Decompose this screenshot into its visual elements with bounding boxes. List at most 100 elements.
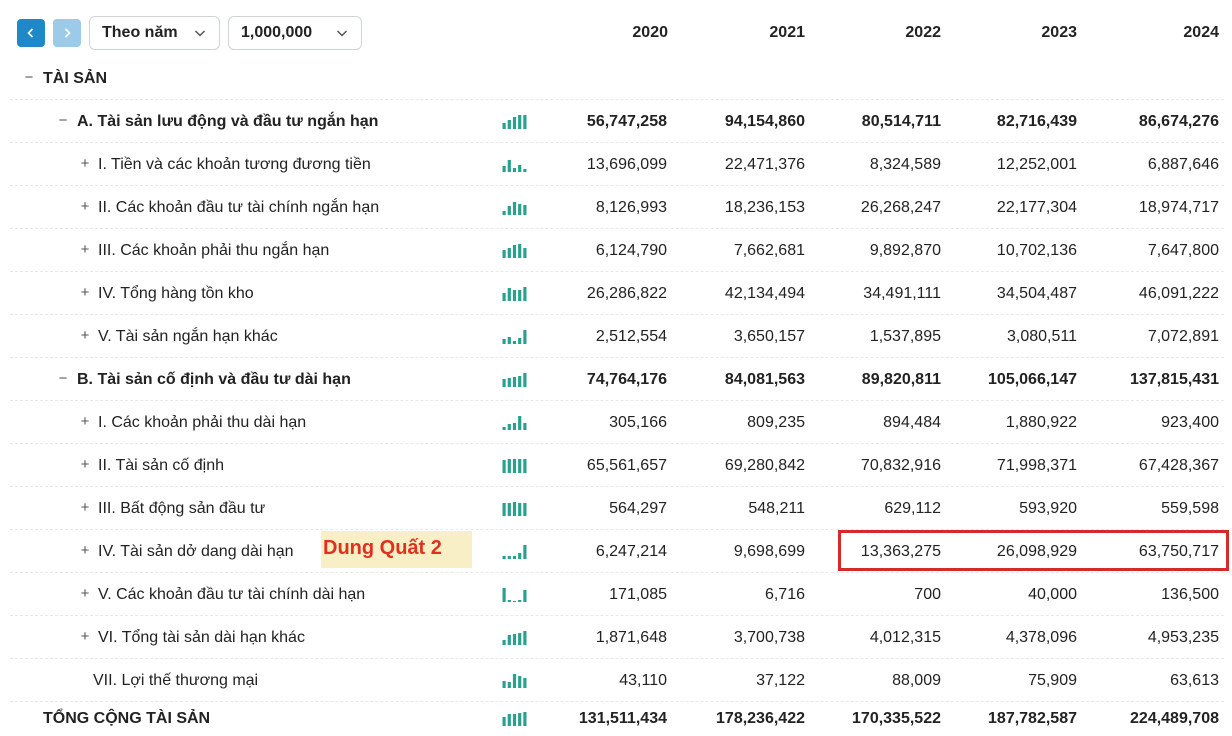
value-cell-2021: 18,236,153	[724, 199, 805, 216]
row-label: VII. Lợi thế thương mại	[93, 672, 259, 689]
value-cell-2022: 26,268,247	[860, 199, 941, 216]
value-cell-2020: 1,871,648	[595, 629, 667, 646]
sparkline-chart-icon[interactable]	[502, 156, 528, 172]
sparkline-chart-icon[interactable]	[502, 543, 528, 559]
collapse-toggle[interactable]: −	[56, 370, 70, 387]
sparkline-chart-icon[interactable]	[502, 586, 528, 602]
expand-toggle[interactable]: +	[78, 155, 92, 172]
value-cell-2020: 26,286,822	[586, 285, 667, 302]
sparkline-chart-icon[interactable]	[502, 457, 528, 473]
sparkline-bar	[502, 640, 506, 645]
expand-toggle[interactable]: +	[78, 198, 92, 215]
value-cell-2021: 3,650,157	[733, 328, 805, 345]
sparkline-bar	[502, 681, 506, 688]
value-cell-2022: 80,514,711	[861, 113, 941, 130]
row-label: IV. Tài sản dở dang dài hạn	[98, 543, 294, 560]
expand-toggle[interactable]: +	[78, 585, 92, 602]
sparkline-bar	[502, 339, 506, 344]
sparkline-bar	[502, 211, 506, 215]
sparkline-chart-icon[interactable]	[502, 328, 528, 344]
value-cell-2021: 69,280,842	[724, 457, 805, 474]
period-select-value: Theo năm	[102, 24, 178, 41]
value-cell-2022: 70,832,916	[860, 457, 941, 474]
sparkline-bar	[507, 160, 511, 172]
value-cell-2023: 22,177,304	[996, 199, 1077, 216]
row-label: VI. Tổng tài sản dài hạn khác	[98, 629, 305, 646]
sparkline-bar	[507, 635, 511, 645]
sparkline-bar	[502, 123, 506, 129]
expand-toggle[interactable]: +	[78, 628, 92, 645]
sparkline-chart-icon[interactable]	[502, 113, 528, 129]
sparkline-chart-icon[interactable]	[502, 199, 528, 215]
sparkline-bar	[507, 248, 511, 258]
expand-toggle[interactable]: +	[78, 327, 92, 344]
sparkline-chart-icon[interactable]	[502, 285, 528, 301]
sparkline-bar	[502, 556, 506, 559]
expand-toggle[interactable]: +	[78, 456, 92, 473]
unit-select[interactable]: 1,000,000	[228, 16, 362, 50]
sparkline-chart-icon[interactable]	[502, 629, 528, 645]
sparkline-bar	[512, 117, 517, 129]
expand-toggle[interactable]: +	[78, 542, 92, 559]
value-cell-2021: 178,236,422	[716, 710, 805, 727]
sparkline-bar	[507, 714, 511, 726]
value-cell-2023: 593,920	[1019, 500, 1077, 517]
chevron-right-icon	[64, 28, 71, 38]
sparkline-bar	[518, 244, 522, 258]
sparkline-bar	[507, 682, 511, 688]
value-cell-2024: 137,815,431	[1130, 371, 1219, 388]
row-label: II. Các khoản đầu tư tài chính ngắn hạn	[98, 199, 380, 216]
value-cell-2022: 700	[914, 586, 941, 603]
sparkline-chart-icon[interactable]	[502, 242, 528, 258]
unit-select-value: 1,000,000	[241, 24, 313, 41]
sparkline-chart-icon[interactable]	[502, 672, 528, 688]
table-row: − TÀI SẢN	[10, 57, 1224, 100]
sparkline-bar	[507, 120, 511, 129]
sparkline-bar	[507, 600, 511, 602]
value-cell-2021: 84,081,563	[724, 371, 805, 388]
sparkline-chart-icon[interactable]	[502, 710, 528, 726]
sparkline-bar	[512, 674, 517, 688]
period-select[interactable]: Theo năm	[89, 16, 220, 50]
value-cell-2024: 224,489,708	[1130, 710, 1219, 727]
expand-toggle[interactable]: +	[78, 284, 92, 301]
value-cell-2024: 923,400	[1161, 414, 1219, 431]
expand-toggle[interactable]: +	[78, 241, 92, 258]
row-label: B. Tài sản cố định và đầu tư dài hạn	[77, 371, 351, 388]
value-cell-2021: 9,698,699	[733, 543, 805, 560]
year-header-2022: 2022	[905, 24, 941, 41]
sparkline-bar	[507, 459, 511, 473]
prev-button[interactable]	[17, 19, 45, 47]
collapse-toggle[interactable]: −	[56, 112, 70, 129]
row-label: I. Tiền và các khoản tương đương tiền	[98, 156, 371, 173]
sparkline-chart-icon[interactable]	[502, 371, 528, 387]
value-cell-2020: 6,247,214	[595, 543, 667, 560]
sparkline-bar	[512, 377, 517, 387]
value-cell-2022: 4,012,315	[869, 629, 941, 646]
value-cell-2021: 94,154,860	[724, 113, 805, 130]
value-cell-2023: 82,716,439	[996, 113, 1077, 130]
sparkline-chart-icon[interactable]	[502, 500, 528, 516]
row-label: III. Các khoản phải thu ngắn hạn	[98, 242, 330, 259]
sparkline-bar	[512, 634, 517, 645]
expand-toggle[interactable]: +	[78, 499, 92, 516]
sparkline-bar	[512, 290, 517, 301]
value-cell-2024: 18,974,717	[1138, 199, 1219, 216]
next-button[interactable]	[53, 19, 81, 47]
row-label: IV. Tổng hàng tồn kho	[98, 285, 254, 302]
sparkline-bar	[518, 290, 522, 301]
sparkline-bar	[518, 376, 522, 387]
collapse-toggle[interactable]: −	[22, 69, 36, 86]
expand-toggle[interactable]: +	[78, 413, 92, 430]
value-cell-2023: 4,378,096	[1005, 629, 1077, 646]
sparkline-bar	[518, 115, 522, 129]
value-cell-2020: 8,126,993	[595, 199, 667, 216]
sparkline-bar	[512, 423, 517, 430]
chevron-down-icon	[194, 30, 206, 37]
value-cell-2023: 34,504,487	[996, 285, 1077, 302]
table-row: + VI. Tổng tài sản dài hạn khác 1,871,648 3…	[10, 616, 1224, 659]
value-cell-2021: 7,662,681	[733, 242, 805, 259]
value-cell-2024: 67,428,367	[1138, 457, 1219, 474]
value-cell-2021: 548,211	[748, 500, 805, 517]
sparkline-chart-icon[interactable]	[502, 414, 528, 430]
